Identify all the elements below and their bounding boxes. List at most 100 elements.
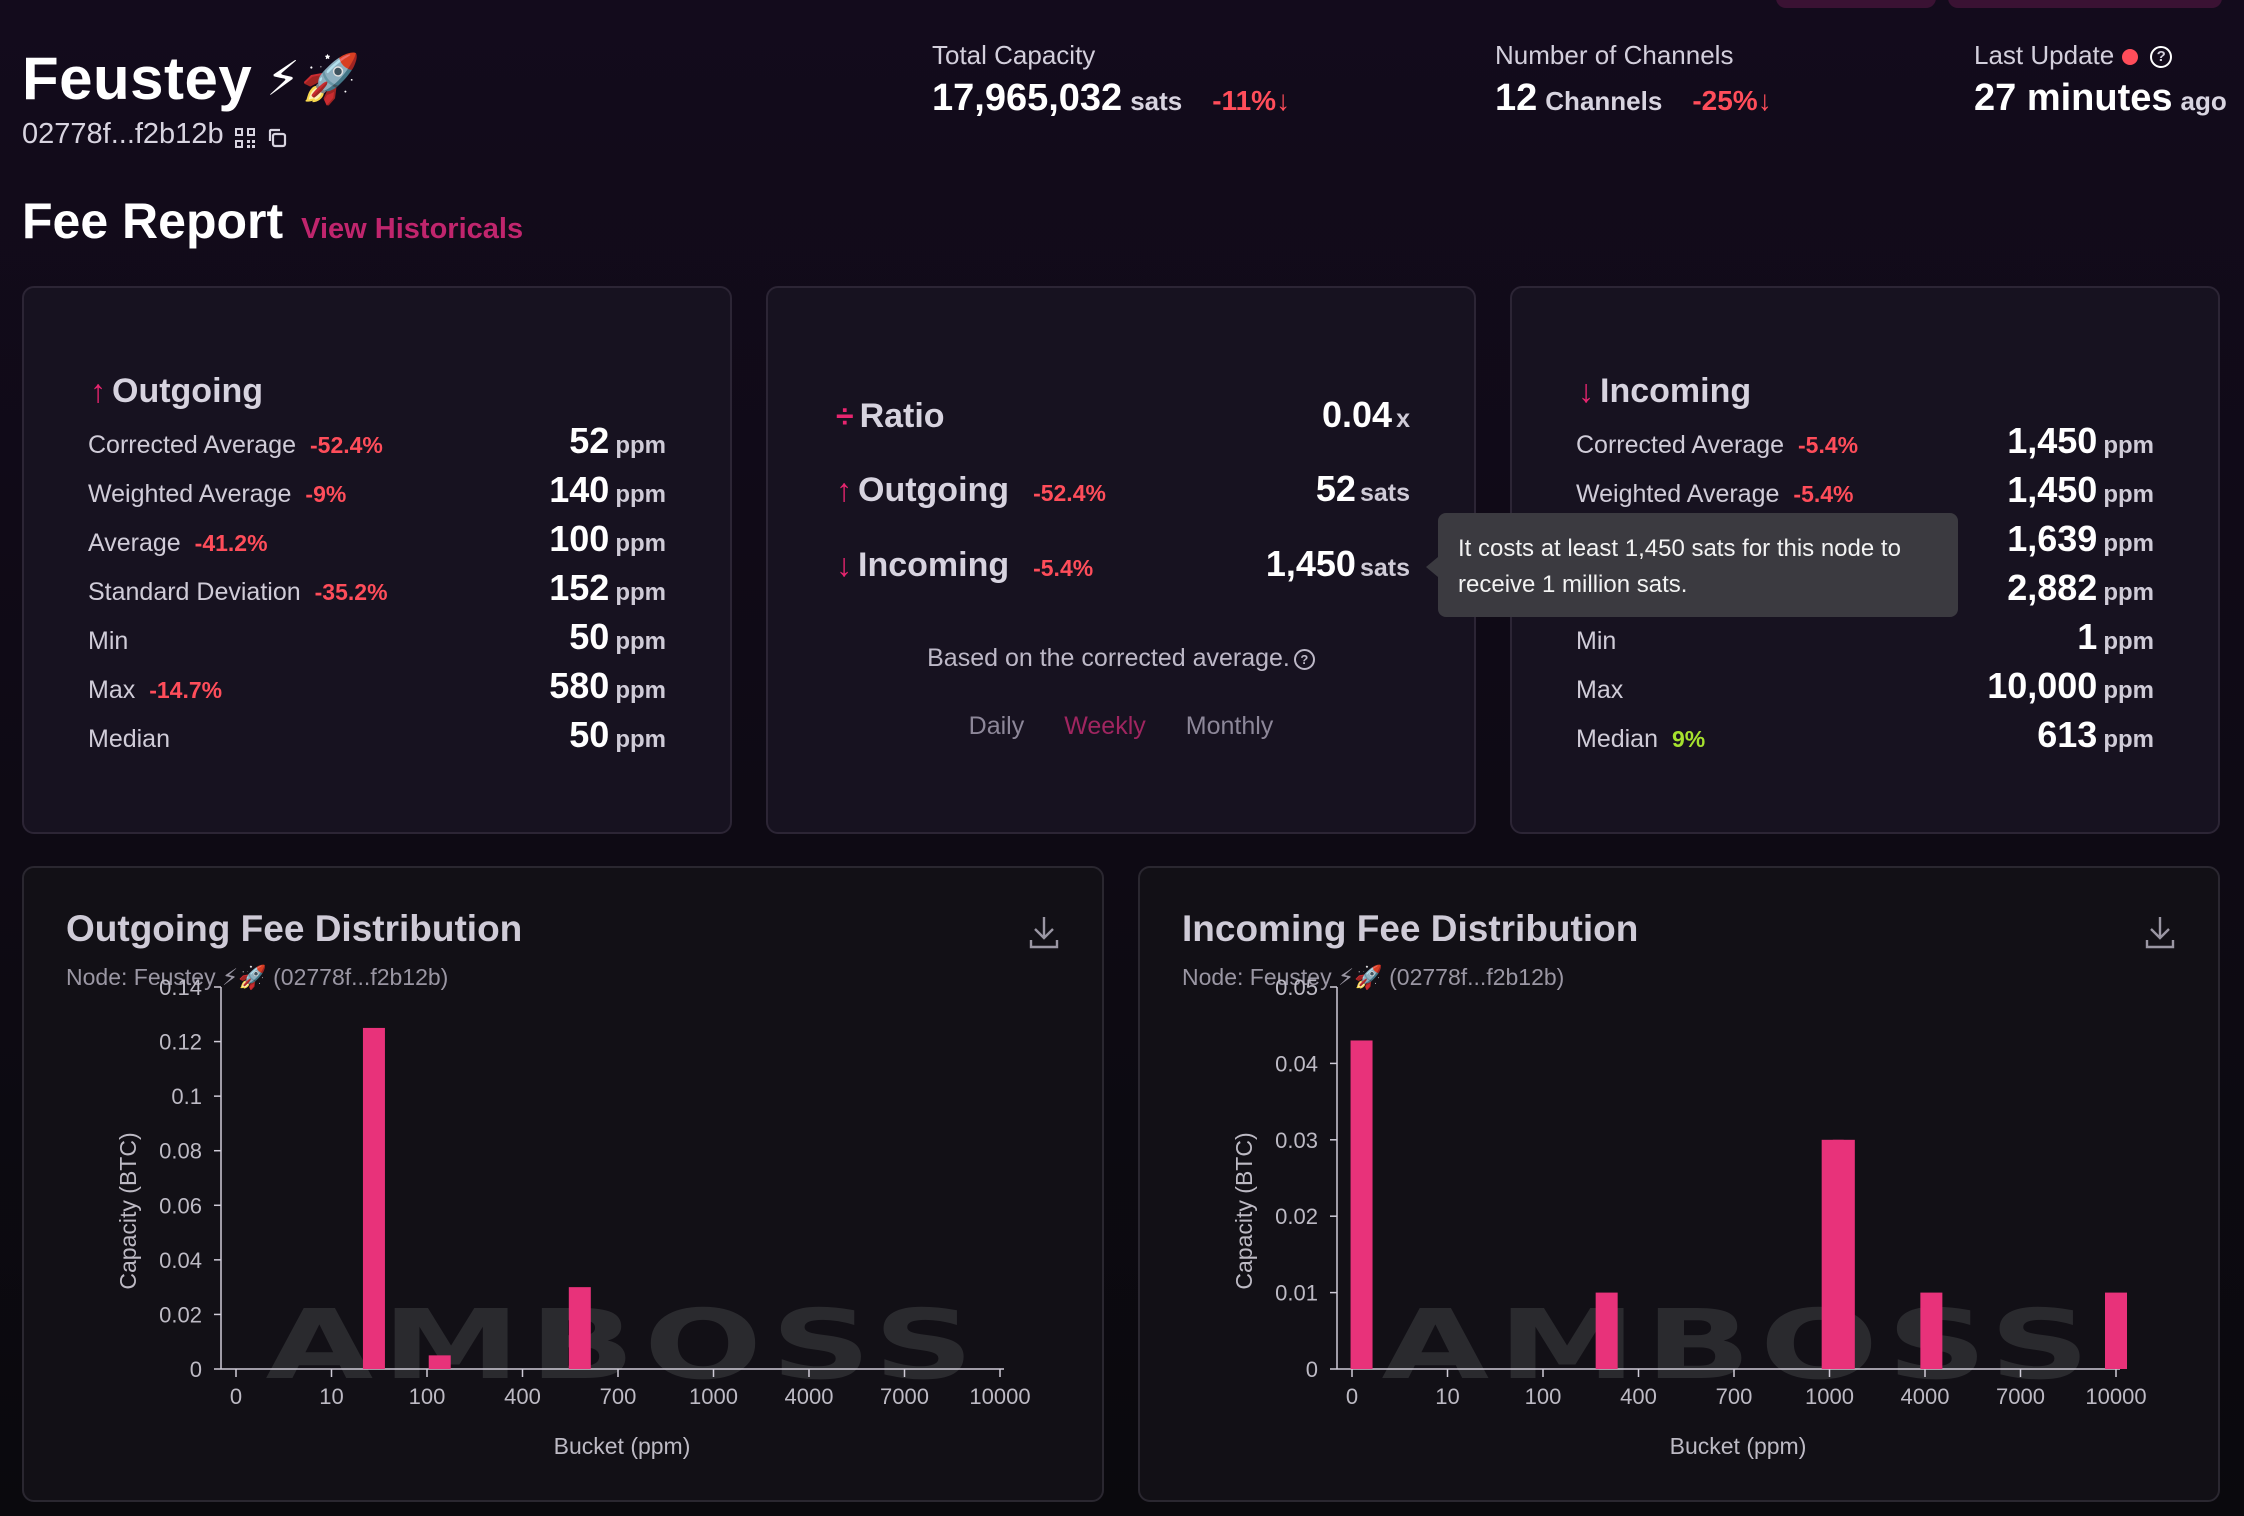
divide-icon: ÷ [836,398,854,434]
x-tick-label: 700 [1716,1384,1753,1409]
stat-value: 152 [549,567,610,608]
stat-unit: ppm [2103,628,2154,655]
channels-delta: -25%↓ [1692,85,1772,116]
stat-unit: ppm [615,481,666,508]
help-icon[interactable]: ? [2150,46,2173,69]
y-tick-label: 0.12 [159,1030,202,1055]
stat-delta: 9% [1672,726,1706,752]
channels-unit: Channels [1545,86,1663,116]
stat-value: 2,882 [2007,567,2098,608]
incoming-stat-row: Min 1 ppm [1576,616,2154,657]
outgoing-stat-row: Average -41.2% 100 ppm [88,518,666,559]
ratio-incoming-row[interactable]: ↓ Incoming -5.4% 1,450 sats [836,543,1410,585]
chart-bar [428,1355,451,1369]
tab-daily[interactable]: Daily [969,712,1025,741]
stat-unit: ppm [615,726,666,753]
top-nav-button-1[interactable] [1776,0,1936,8]
y-tick-label: 0.1 [171,1084,202,1109]
incoming-stat-row: Weighted Average -5.4% 1,450 ppm [1576,469,2154,510]
stat-delta: -5.4% [1798,432,1859,458]
stat-label: Weighted Average [1576,480,1780,508]
stat-label: Weighted Average [88,480,292,508]
stat-label: Min [88,627,129,655]
stat-value: 50 [569,616,610,657]
x-tick-label: 400 [1620,1384,1657,1409]
last-update-unit: ago [2180,86,2227,116]
outgoing-stat-row: Min 50 ppm [88,616,666,657]
chart-bar [1350,1040,1373,1369]
stat-unit: ppm [615,530,666,557]
outgoing-stat-row: Corrected Average -52.4% 52 ppm [88,420,666,461]
stat-unit: ppm [2103,677,2154,704]
top-nav-button-2[interactable] [1948,0,2222,8]
view-historicals-link[interactable]: View Historicals [301,213,523,246]
x-tick-label: 4000 [785,1384,834,1409]
x-axis-title: Bucket (ppm) [554,1433,691,1459]
stat-label: Corrected Average [88,431,296,459]
ratio-incoming-value: 1,450 [1265,543,1356,584]
capacity-unit: sats [1130,86,1183,116]
copy-icon[interactable] [266,124,288,147]
chart-bar [362,1027,385,1369]
ratio-outgoing-row: ↑ Outgoing -52.4% 52 sats [836,468,1410,509]
outgoing-fee-chart: AMBOSS00.020.040.060.080.10.120.140 10 100… [115,975,1031,1459]
stat-total-capacity: Total Capacity 17,965,032 sats -11%↓ [932,40,1290,120]
stat-label: Max [1576,676,1624,704]
stat-value: 580 [549,665,610,706]
x-tick-label: 700 [600,1384,637,1409]
chart-bar [1595,1292,1618,1369]
qr-code-icon[interactable] [234,124,256,148]
stat-value: 140 [549,469,610,510]
incoming-stat-row: Corrected Average -5.4% 1,450 ppm [1576,420,2154,461]
stat-label: Number of Channels [1495,40,1734,70]
stat-label: Median [1576,725,1658,753]
chart-bar [1920,1292,1943,1369]
tab-weekly[interactable]: Weekly [1064,712,1146,741]
node-name-heading: Feustey ⚡🚀 [22,44,361,113]
fee-report-header: Fee Report View Historicals [22,192,523,250]
stat-value: 1,450 [2007,469,2098,510]
y-tick-label: 0.08 [159,1139,202,1164]
stat-label: Average [88,529,181,557]
stat-unit: ppm [615,432,666,459]
y-tick-label: 0.14 [159,975,202,1000]
help-icon[interactable]: ? [1293,648,1315,670]
y-tick-label: 0.06 [159,1193,202,1218]
stat-unit: ppm [615,677,666,704]
outgoing-card-title: ↑ Outgoing [90,372,264,410]
stat-label: Last Update? [1974,40,2227,71]
stat-value: 1,639 [2007,518,2098,559]
incoming-distribution-card: Incoming Fee Distribution Node: Feustey … [1138,866,2220,1502]
capacity-value: 17,965,032 [932,77,1123,119]
incoming-stat-row: Median 9% 613 ppm [1576,714,2154,755]
x-tick-label: 0 [1346,1384,1358,1409]
stat-unit: ppm [2103,481,2154,508]
y-tick-label: 0.02 [159,1302,202,1327]
y-tick-label: 0 [190,1357,202,1382]
x-tick-label: 7000 [1996,1384,2045,1409]
ratio-note: Based on the corrected average.? [768,644,1474,673]
stat-number-of-channels: Number of Channels 12 Channels -25%↓ [1495,40,1772,120]
x-tick-label: 10 [319,1384,343,1409]
x-tick-label: 7000 [880,1384,929,1409]
stat-label: Standard Deviation [88,578,301,606]
tab-monthly[interactable]: Monthly [1186,712,1274,741]
status-dot-icon [2122,49,2139,66]
x-axis-title: Bucket (ppm) [1670,1433,1807,1459]
y-tick-label: 0.03 [1275,1128,1318,1153]
outgoing-stat-row: Weighted Average -9% 140 ppm [88,469,666,510]
chart-bar [568,1287,591,1369]
stat-unit: ppm [2103,579,2154,606]
stat-label: Total Capacity [932,40,1096,70]
node-name: Feustey [22,45,253,112]
arrow-up-icon: ↑ [836,472,852,508]
stat-label: Max [88,676,136,704]
x-tick-label: 1000 [689,1384,738,1409]
ratio-outgoing-value: 52 [1315,468,1356,509]
stat-label: Min [1576,627,1617,655]
stat-unit: ppm [2103,726,2154,753]
period-tabs: Daily Weekly Monthly [768,712,1474,741]
x-tick-label: 0 [230,1384,242,1409]
stat-unit: ppm [2103,530,2154,557]
ratio-card: ÷ Ratio 0.04 x ↑ Outgoing -52.4% 52 sats ↓ Inc… [766,286,1476,834]
